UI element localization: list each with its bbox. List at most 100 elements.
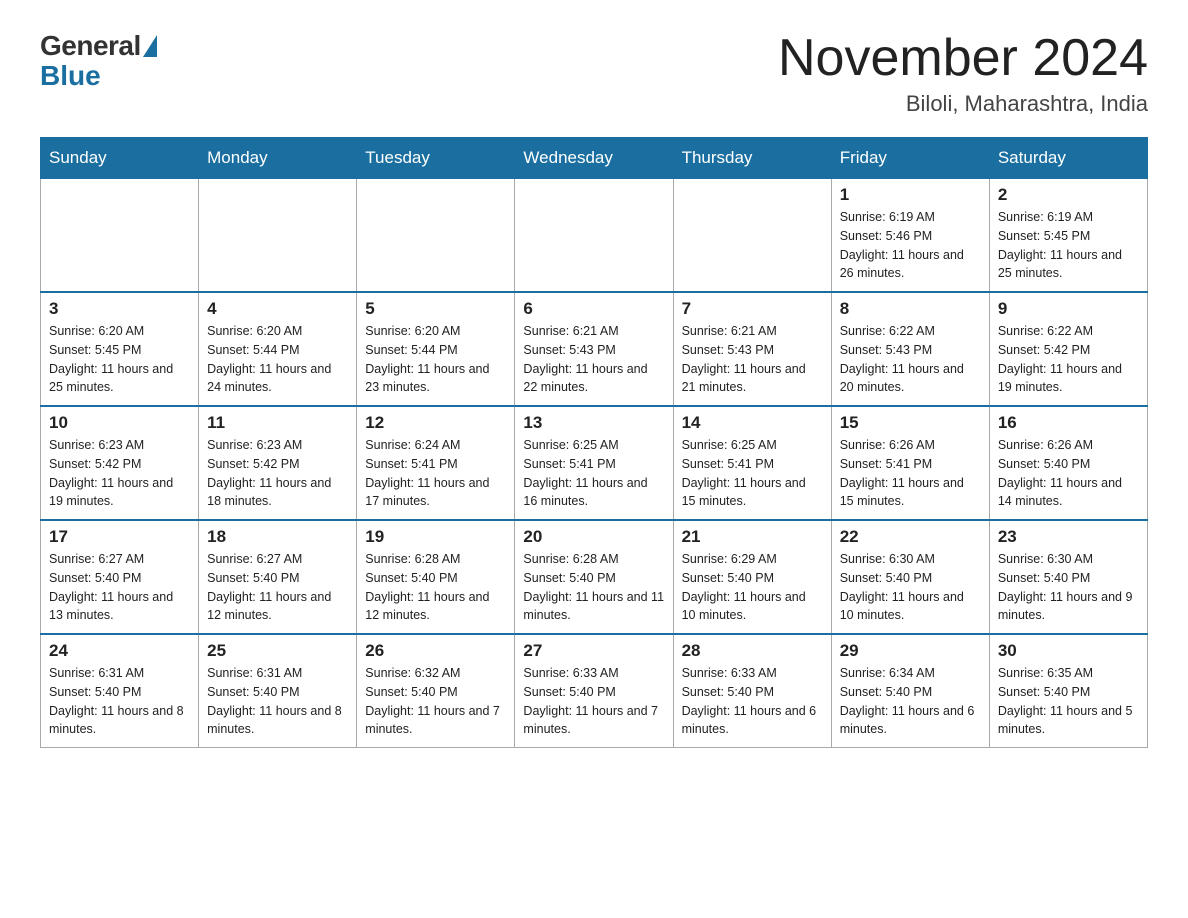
day-number: 15	[840, 413, 981, 433]
day-number: 29	[840, 641, 981, 661]
day-number: 28	[682, 641, 823, 661]
day-info: Sunrise: 6:35 AM Sunset: 5:40 PM Dayligh…	[998, 664, 1139, 739]
day-info: Sunrise: 6:31 AM Sunset: 5:40 PM Dayligh…	[49, 664, 190, 739]
day-number: 16	[998, 413, 1139, 433]
day-number: 5	[365, 299, 506, 319]
calendar-cell: 22 Sunrise: 6:30 AM Sunset: 5:40 PM Dayli…	[831, 520, 989, 634]
calendar-cell: 9 Sunrise: 6:22 AM Sunset: 5:42 PM Daylig…	[989, 292, 1147, 406]
day-info: Sunrise: 6:30 AM Sunset: 5:40 PM Dayligh…	[840, 550, 981, 625]
calendar-cell: 12 Sunrise: 6:24 AM Sunset: 5:41 PM Dayli…	[357, 406, 515, 520]
calendar-cell: 18Sunrise: 6:27 AM Sunset: 5:40 PM Dayli…	[199, 520, 357, 634]
calendar-header-wednesday: Wednesday	[515, 138, 673, 179]
calendar-cell: 10 Sunrise: 6:23 AM Sunset: 5:42 PM Dayli…	[41, 406, 199, 520]
day-number: 1	[840, 185, 981, 205]
calendar-header-row: SundayMondayTuesdayWednesdayThursdayFrid…	[41, 138, 1148, 179]
day-info: Sunrise: 6:31 AM Sunset: 5:40 PM Dayligh…	[207, 664, 348, 739]
day-number: 19	[365, 527, 506, 547]
day-info: Sunrise: 6:24 AM Sunset: 5:41 PM Dayligh…	[365, 436, 506, 511]
day-info: Sunrise: 6:32 AM Sunset: 5:40 PM Dayligh…	[365, 664, 506, 739]
day-info: Sunrise: 6:22 AM Sunset: 5:43 PM Dayligh…	[840, 322, 981, 397]
calendar-cell: 2Sunrise: 6:19 AM Sunset: 5:45 PM Daylig…	[989, 179, 1147, 293]
day-number: 14	[682, 413, 823, 433]
calendar-header-thursday: Thursday	[673, 138, 831, 179]
calendar-header-saturday: Saturday	[989, 138, 1147, 179]
calendar-week-row: 17 Sunrise: 6:27 AM Sunset: 5:40 PM Dayli…	[41, 520, 1148, 634]
calendar-week-row: 3 Sunrise: 6:20 AM Sunset: 5:45 PM Daylig…	[41, 292, 1148, 406]
calendar-header-sunday: Sunday	[41, 138, 199, 179]
day-number: 8	[840, 299, 981, 319]
calendar-cell: 11Sunrise: 6:23 AM Sunset: 5:42 PM Dayli…	[199, 406, 357, 520]
calendar-cell: 8 Sunrise: 6:22 AM Sunset: 5:43 PM Daylig…	[831, 292, 989, 406]
day-number: 9	[998, 299, 1139, 319]
logo-general-text: General	[40, 30, 141, 62]
calendar-cell: 30Sunrise: 6:35 AM Sunset: 5:40 PM Dayli…	[989, 634, 1147, 748]
calendar-cell: 19 Sunrise: 6:28 AM Sunset: 5:40 PM Dayli…	[357, 520, 515, 634]
calendar-cell: 6 Sunrise: 6:21 AM Sunset: 5:43 PM Daylig…	[515, 292, 673, 406]
day-info: Sunrise: 6:27 AM Sunset: 5:40 PM Dayligh…	[49, 550, 190, 625]
day-info: Sunrise: 6:23 AM Sunset: 5:42 PM Dayligh…	[207, 436, 348, 511]
calendar-cell: 25 Sunrise: 6:31 AM Sunset: 5:40 PM Dayli…	[199, 634, 357, 748]
day-number: 17	[49, 527, 190, 547]
calendar-cell: 20 Sunrise: 6:28 AM Sunset: 5:40 PM Dayli…	[515, 520, 673, 634]
day-number: 24	[49, 641, 190, 661]
calendar-cell: 3 Sunrise: 6:20 AM Sunset: 5:45 PM Daylig…	[41, 292, 199, 406]
day-info: Sunrise: 6:28 AM Sunset: 5:40 PM Dayligh…	[365, 550, 506, 625]
calendar-header-friday: Friday	[831, 138, 989, 179]
day-number: 13	[523, 413, 664, 433]
calendar-week-row: 10 Sunrise: 6:23 AM Sunset: 5:42 PM Dayli…	[41, 406, 1148, 520]
day-info: Sunrise: 6:20 AM Sunset: 5:44 PM Dayligh…	[207, 322, 348, 397]
day-info: Sunrise: 6:29 AM Sunset: 5:40 PM Dayligh…	[682, 550, 823, 625]
calendar-cell: 16 Sunrise: 6:26 AM Sunset: 5:40 PM Dayli…	[989, 406, 1147, 520]
calendar-week-row: 1 Sunrise: 6:19 AM Sunset: 5:46 PM Daylig…	[41, 179, 1148, 293]
day-number: 25	[207, 641, 348, 661]
calendar-cell: 27Sunrise: 6:33 AM Sunset: 5:40 PM Dayli…	[515, 634, 673, 748]
calendar-cell: 7Sunrise: 6:21 AM Sunset: 5:43 PM Daylig…	[673, 292, 831, 406]
day-number: 20	[523, 527, 664, 547]
logo-triangle-icon	[143, 35, 157, 57]
calendar-cell: 21 Sunrise: 6:29 AM Sunset: 5:40 PM Dayli…	[673, 520, 831, 634]
calendar-cell	[357, 179, 515, 293]
day-info: Sunrise: 6:25 AM Sunset: 5:41 PM Dayligh…	[682, 436, 823, 511]
calendar-cell: 23 Sunrise: 6:30 AM Sunset: 5:40 PM Dayli…	[989, 520, 1147, 634]
calendar-table: SundayMondayTuesdayWednesdayThursdayFrid…	[40, 137, 1148, 748]
day-info: Sunrise: 6:25 AM Sunset: 5:41 PM Dayligh…	[523, 436, 664, 511]
day-number: 4	[207, 299, 348, 319]
day-info: Sunrise: 6:33 AM Sunset: 5:40 PM Dayligh…	[682, 664, 823, 739]
title-block: November 2024 Biloli, Maharashtra, India	[778, 30, 1148, 117]
month-title: November 2024	[778, 30, 1148, 87]
calendar-cell: 28 Sunrise: 6:33 AM Sunset: 5:40 PM Dayli…	[673, 634, 831, 748]
calendar-cell: 15Sunrise: 6:26 AM Sunset: 5:41 PM Dayli…	[831, 406, 989, 520]
calendar-header-tuesday: Tuesday	[357, 138, 515, 179]
day-info: Sunrise: 6:28 AM Sunset: 5:40 PM Dayligh…	[523, 550, 664, 625]
day-info: Sunrise: 6:20 AM Sunset: 5:45 PM Dayligh…	[49, 322, 190, 397]
day-number: 12	[365, 413, 506, 433]
calendar-cell: 5Sunrise: 6:20 AM Sunset: 5:44 PM Daylig…	[357, 292, 515, 406]
calendar-cell	[199, 179, 357, 293]
day-number: 7	[682, 299, 823, 319]
day-info: Sunrise: 6:23 AM Sunset: 5:42 PM Dayligh…	[49, 436, 190, 511]
calendar-cell: 14 Sunrise: 6:25 AM Sunset: 5:41 PM Dayli…	[673, 406, 831, 520]
day-number: 22	[840, 527, 981, 547]
page-header: General Blue November 2024 Biloli, Mahar…	[40, 30, 1148, 117]
day-number: 27	[523, 641, 664, 661]
day-number: 6	[523, 299, 664, 319]
calendar-cell	[673, 179, 831, 293]
calendar-cell: 26Sunrise: 6:32 AM Sunset: 5:40 PM Dayli…	[357, 634, 515, 748]
day-info: Sunrise: 6:26 AM Sunset: 5:40 PM Dayligh…	[998, 436, 1139, 511]
calendar-cell	[41, 179, 199, 293]
day-info: Sunrise: 6:27 AM Sunset: 5:40 PM Dayligh…	[207, 550, 348, 625]
day-number: 2	[998, 185, 1139, 205]
calendar-cell: 24 Sunrise: 6:31 AM Sunset: 5:40 PM Dayli…	[41, 634, 199, 748]
day-number: 3	[49, 299, 190, 319]
calendar-cell: 13 Sunrise: 6:25 AM Sunset: 5:41 PM Dayli…	[515, 406, 673, 520]
day-info: Sunrise: 6:22 AM Sunset: 5:42 PM Dayligh…	[998, 322, 1139, 397]
day-info: Sunrise: 6:21 AM Sunset: 5:43 PM Dayligh…	[523, 322, 664, 397]
calendar-header-monday: Monday	[199, 138, 357, 179]
day-info: Sunrise: 6:30 AM Sunset: 5:40 PM Dayligh…	[998, 550, 1139, 625]
day-number: 23	[998, 527, 1139, 547]
day-info: Sunrise: 6:34 AM Sunset: 5:40 PM Dayligh…	[840, 664, 981, 739]
location-title: Biloli, Maharashtra, India	[778, 91, 1148, 117]
day-info: Sunrise: 6:19 AM Sunset: 5:46 PM Dayligh…	[840, 208, 981, 283]
day-number: 21	[682, 527, 823, 547]
day-number: 10	[49, 413, 190, 433]
